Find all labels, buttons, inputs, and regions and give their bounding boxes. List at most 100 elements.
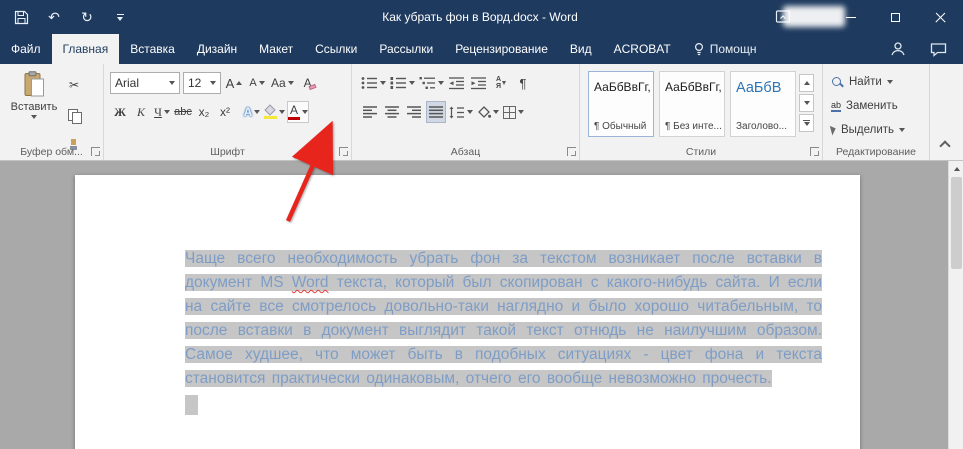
close-button[interactable] [918, 0, 963, 34]
font-group-label: Шрифт [104, 146, 351, 158]
find-button[interactable]: Найти [831, 72, 893, 92]
styles-dialog-launcher[interactable] [810, 147, 819, 156]
align-center-button[interactable] [382, 101, 402, 123]
scrollbar-thumb[interactable] [951, 177, 962, 269]
select-button[interactable]: Выделить [831, 120, 905, 140]
decrease-indent-button[interactable] [447, 72, 467, 94]
group-styles: АаБбВвГг, ¶ Обычный АаБбВвГг, ¶ Без инте… [580, 64, 823, 160]
group-paragraph: АЯ ¶ [352, 64, 580, 160]
align-right-button[interactable] [404, 101, 424, 123]
justify-button[interactable] [426, 101, 446, 123]
replace-button[interactable]: ab Заменить [831, 96, 898, 116]
align-left-button[interactable] [360, 101, 380, 123]
style-no-spacing[interactable]: АаБбВвГг, ¶ Без инте... [659, 71, 725, 137]
editing-group-label: Редактирование [823, 146, 929, 158]
maximize-button[interactable] [873, 0, 918, 34]
scroll-up-arrow[interactable] [949, 161, 963, 176]
change-case-icon: Aa [271, 76, 286, 90]
decrease-indent-icon [449, 77, 465, 90]
ribbon-tab-row: Файл Главная Вставка Дизайн Макет Ссылки… [0, 34, 963, 64]
font-name-combo[interactable]: Arial [110, 72, 180, 94]
tab-review[interactable]: Рецензирование [444, 34, 559, 64]
collapse-ribbon-button[interactable] [939, 140, 950, 151]
customize-qat-button[interactable] [111, 8, 129, 26]
paste-button[interactable]: Вставить [8, 71, 60, 143]
numbering-icon [390, 76, 407, 90]
group-editing: Найти ab Заменить Выделить Редактировани… [823, 64, 930, 160]
title-bar: ↶ ↻ Как убрать фон в Ворд.docx - Word [0, 0, 963, 34]
font-color-button[interactable]: А [287, 101, 309, 123]
styles-scroll-up-button[interactable] [799, 74, 814, 92]
line-spacing-button[interactable] [448, 101, 474, 123]
tab-tell-me[interactable]: Помощн [682, 34, 768, 64]
minimize-icon [846, 17, 856, 18]
paragraph-row-1: АЯ ¶ [360, 72, 533, 94]
tab-home[interactable]: Главная [52, 34, 120, 64]
document-area: Чаще всего необходимость убрать фон за т… [0, 161, 963, 449]
sort-icon: АЯ [496, 76, 506, 90]
increase-indent-button[interactable] [469, 72, 489, 94]
borders-icon [503, 106, 516, 119]
tab-insert[interactable]: Вставка [119, 34, 186, 64]
italic-button[interactable]: К [131, 101, 151, 123]
save-icon [14, 10, 29, 25]
cut-button[interactable]: ✂ [64, 74, 84, 96]
tab-view[interactable]: Вид [559, 34, 603, 64]
underline-button[interactable]: Ч [152, 101, 172, 123]
cut-icon: ✂ [69, 78, 79, 92]
superscript-button[interactable]: x² [215, 101, 235, 123]
clear-formatting-button[interactable]: А [298, 72, 318, 94]
paragraph-dialog-launcher[interactable] [567, 147, 576, 156]
show-paragraph-marks-button[interactable]: ¶ [513, 72, 533, 94]
styles-scroll-down-button[interactable] [799, 94, 814, 112]
clipboard-dialog-launcher[interactable] [91, 147, 100, 156]
borders-button[interactable] [502, 101, 525, 123]
tab-design[interactable]: Дизайн [186, 34, 248, 64]
grow-font-button[interactable]: А [224, 72, 244, 94]
tab-file[interactable]: Файл [0, 34, 52, 64]
group-font: Arial 12 А А Aa А [104, 64, 352, 160]
shading-button[interactable] [476, 101, 500, 123]
paint-bucket-icon [477, 106, 491, 119]
close-icon [935, 12, 946, 23]
grow-font-icon [236, 81, 242, 85]
document-paragraph: Чаще всего необходимость убрать фон за т… [185, 247, 822, 391]
tab-acrobat[interactable]: ACROBAT [603, 34, 682, 64]
style-heading1[interactable]: АаБбВ Заголово... [730, 71, 796, 137]
window-controls [828, 0, 963, 34]
undo-button[interactable]: ↶ [45, 8, 63, 26]
line-spacing-icon [449, 106, 465, 119]
style-normal[interactable]: АаБбВвГг, ¶ Обычный [588, 71, 654, 137]
justify-icon [429, 106, 444, 118]
multilevel-list-button[interactable] [418, 72, 445, 94]
shrink-font-button[interactable]: А [247, 72, 267, 94]
tab-layout[interactable]: Макет [248, 34, 304, 64]
font-size-combo[interactable]: 12 [183, 72, 221, 94]
styles-more-button[interactable] [799, 114, 814, 132]
numbering-button[interactable] [389, 72, 416, 94]
text-effects-icon: А [244, 105, 253, 119]
tab-references[interactable]: Ссылки [304, 34, 368, 64]
text-effects-button[interactable]: А [242, 101, 262, 123]
vertical-scrollbar[interactable] [948, 161, 963, 449]
bold-button[interactable]: Ж [110, 101, 130, 123]
save-button[interactable] [12, 8, 30, 26]
style-preview: АаБбВвГг, [594, 80, 650, 94]
bullets-button[interactable] [360, 72, 387, 94]
document-page[interactable]: Чаще всего необходимость убрать фон за т… [75, 175, 860, 449]
highlighter-icon [264, 105, 277, 119]
sort-button[interactable]: АЯ [491, 72, 511, 94]
tab-mailings[interactable]: Рассылки [368, 34, 444, 64]
strikethrough-button[interactable]: abc [173, 101, 193, 123]
word-window: ↶ ↻ Как убрать фон в Ворд.docx - Word Фа… [0, 0, 963, 449]
change-case-button[interactable]: Aa [270, 72, 295, 94]
highlight-color-button[interactable] [263, 101, 286, 123]
subscript-button[interactable]: x₂ [194, 101, 214, 123]
minimize-button[interactable] [828, 0, 873, 34]
comment-icon[interactable] [930, 42, 947, 57]
font-dialog-launcher[interactable] [339, 147, 348, 156]
redo-button[interactable]: ↻ [78, 8, 96, 26]
account-person-icon[interactable] [890, 41, 906, 57]
font-name-dropdown-icon [169, 81, 175, 85]
copy-button[interactable] [64, 104, 84, 126]
